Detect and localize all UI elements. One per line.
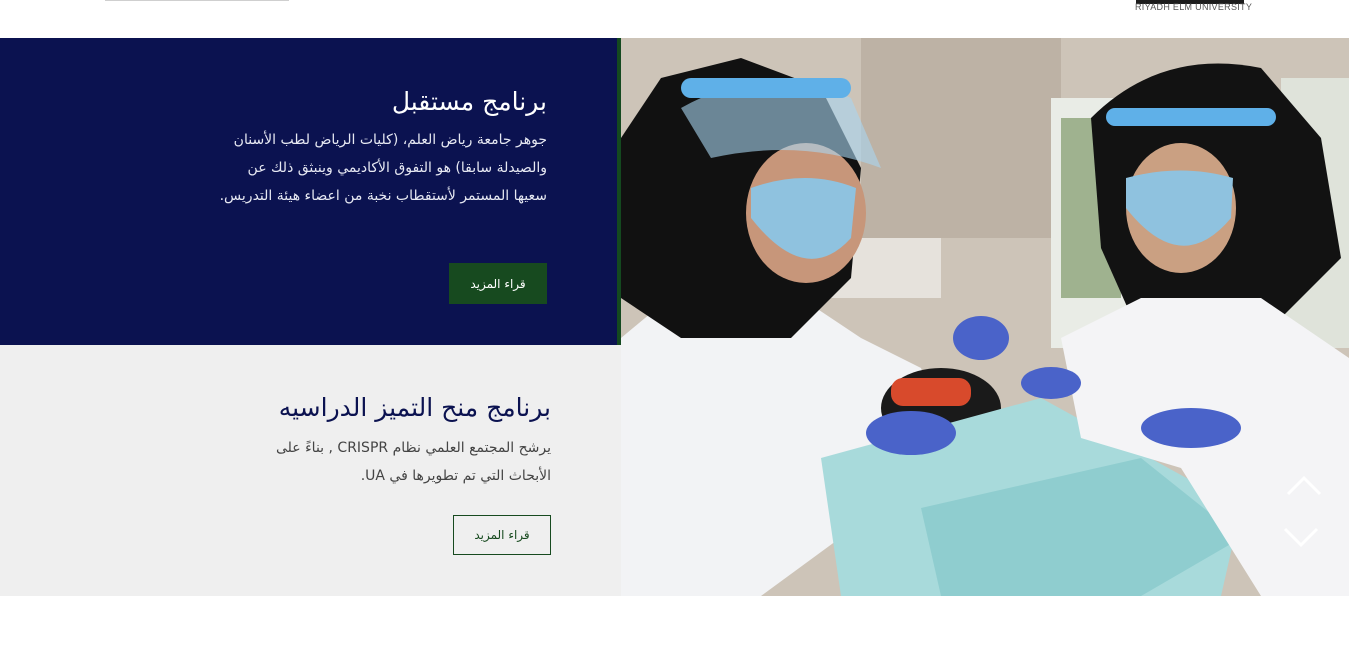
university-logo[interactable]: RIYADH ELM UNIVERSITY xyxy=(1130,0,1253,14)
dental-clinic-photo xyxy=(621,38,1349,596)
program-description: جوهر جامعة رياض العلم، (كليات الرياض لطب… xyxy=(219,132,547,204)
program-title: برنامج مستقبل xyxy=(391,87,547,116)
search-input[interactable] xyxy=(105,0,289,1)
chevron-up-icon[interactable] xyxy=(1284,472,1324,498)
read-more-button[interactable]: قراء المزيد xyxy=(453,515,551,555)
chevron-down-icon xyxy=(1283,527,1319,548)
photo-illustration xyxy=(621,38,1349,596)
program-description: يرشح المجتمع العلمي نظام CRISPR , بناءً … xyxy=(275,440,551,484)
chevron-down-icon[interactable] xyxy=(1281,525,1321,551)
top-header: RIYADH ELM UNIVERSITY xyxy=(0,0,1349,38)
read-more-button[interactable]: قراء المزيد xyxy=(449,263,547,304)
chevron-up-icon xyxy=(1286,475,1322,496)
logo-text: RIYADH ELM UNIVERSITY xyxy=(1135,2,1253,12)
program-title: برنامج منح التميز الدراسيه xyxy=(278,393,551,422)
